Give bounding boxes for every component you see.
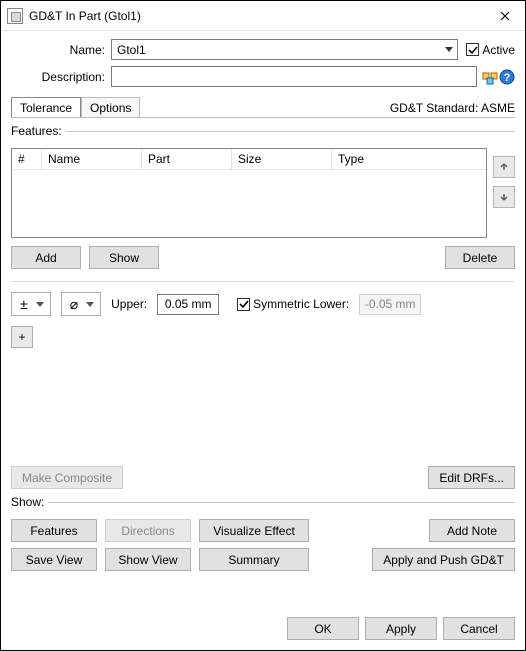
tab-tolerance[interactable]: Tolerance xyxy=(11,97,81,117)
dialog-content: Name: Active Description: xyxy=(1,31,525,607)
description-label: Description: xyxy=(11,70,111,84)
help-icon: ? xyxy=(499,69,515,85)
show-features-button[interactable]: Features xyxy=(11,519,97,542)
show-grid: Features Save View Directions Show View … xyxy=(11,519,515,571)
library-icon-button[interactable] xyxy=(482,69,498,85)
visualize-effect-button[interactable]: Visualize Effect xyxy=(199,519,309,542)
check-icon xyxy=(468,45,478,55)
upper-label: Upper: xyxy=(111,297,147,311)
features-table-header: # Name Part Size Type xyxy=(12,149,486,170)
tolerance-panel: Features: # Name Part Size Type xyxy=(11,117,515,489)
show-fieldset: Show: Features Save View Directions Show… xyxy=(11,495,515,571)
arrow-up-icon xyxy=(499,162,509,172)
description-input[interactable] xyxy=(111,66,477,87)
close-button[interactable] xyxy=(485,1,525,30)
plus-icon: + xyxy=(18,330,25,344)
directions-button: Directions xyxy=(105,519,191,542)
tolerance-spacer xyxy=(11,348,515,458)
show-legend: Show: xyxy=(11,495,48,509)
window-title: GD&T In Part (Gtol1) xyxy=(29,9,485,23)
dialog-buttons: OK Apply Cancel xyxy=(1,607,525,650)
add-tolerance-button[interactable]: + xyxy=(11,326,33,348)
chevron-down-icon xyxy=(86,302,94,307)
tab-options-label: Options xyxy=(90,101,131,115)
symmetric-lower-checkbox[interactable]: Symmetric Lower: xyxy=(237,297,349,311)
gdt-standard-label: GD&T Standard: ASME xyxy=(390,101,515,115)
tabs-row: Tolerance Options GD&T Standard: ASME xyxy=(11,97,515,117)
active-checkbox[interactable]: Active xyxy=(466,43,515,57)
delete-button[interactable]: Delete xyxy=(445,246,515,269)
active-label: Active xyxy=(482,43,515,57)
col-type[interactable]: Type xyxy=(332,149,486,169)
upper-input[interactable] xyxy=(157,294,219,315)
show-button[interactable]: Show xyxy=(89,246,159,269)
move-up-button[interactable] xyxy=(493,156,515,178)
plus-minus-icon: ± xyxy=(20,296,28,312)
dialog-window: GD&T In Part (Gtol1) Name: Active Descri… xyxy=(0,0,526,651)
move-down-button[interactable] xyxy=(493,186,515,208)
diameter-icon: ⌀ xyxy=(70,296,78,313)
show-view-button[interactable]: Show View xyxy=(105,548,191,571)
name-dropdown-button[interactable] xyxy=(440,39,458,60)
description-row: Description: ? xyxy=(11,66,515,87)
chevron-down-icon xyxy=(445,47,453,52)
apply-button[interactable]: Apply xyxy=(365,617,437,640)
tolerance-type-dropdown[interactable]: ± xyxy=(11,292,51,316)
lower-input xyxy=(359,294,421,315)
checkbox-box xyxy=(466,43,479,56)
composite-row: Make Composite Edit DRFs... xyxy=(11,466,515,489)
close-icon xyxy=(500,11,510,21)
features-table[interactable]: # Name Part Size Type xyxy=(11,148,487,238)
name-input[interactable] xyxy=(111,39,440,60)
titlebar: GD&T In Part (Gtol1) xyxy=(1,1,525,31)
reorder-buttons xyxy=(487,148,515,238)
chevron-down-icon xyxy=(36,302,44,307)
name-row: Name: Active xyxy=(11,39,515,60)
ok-button[interactable]: OK xyxy=(287,617,359,640)
edit-drfs-button[interactable]: Edit DRFs... xyxy=(428,466,515,489)
features-table-left: # Name Part Size Type xyxy=(11,148,487,238)
features-fieldset: Features: # Name Part Size Type xyxy=(11,124,515,269)
col-name[interactable]: Name xyxy=(42,149,142,169)
checkbox-box xyxy=(237,298,250,311)
col-size[interactable]: Size xyxy=(232,149,332,169)
cancel-button[interactable]: Cancel xyxy=(443,617,515,640)
app-icon xyxy=(7,8,23,24)
save-view-button[interactable]: Save View xyxy=(11,548,97,571)
svg-text:?: ? xyxy=(504,72,511,84)
summary-button[interactable]: Summary xyxy=(199,548,309,571)
tab-tolerance-label: Tolerance xyxy=(20,101,72,115)
library-icon xyxy=(482,69,498,85)
add-button[interactable]: Add xyxy=(11,246,81,269)
col-index[interactable]: # xyxy=(12,149,42,169)
add-note-button[interactable]: Add Note xyxy=(429,519,515,542)
features-table-body xyxy=(12,170,486,237)
make-composite-button: Make Composite xyxy=(11,466,123,489)
tabs: Tolerance Options xyxy=(11,97,140,117)
apply-push-gdt-button[interactable]: Apply and Push GD&T xyxy=(372,548,515,571)
col-part[interactable]: Part xyxy=(142,149,232,169)
tab-options[interactable]: Options xyxy=(81,97,140,117)
separator xyxy=(11,281,515,282)
features-buttons: Add Show Delete xyxy=(11,246,515,269)
help-icon-button[interactable]: ? xyxy=(499,69,515,85)
symmetric-lower-label: Symmetric Lower: xyxy=(253,297,349,311)
symbol-dropdown[interactable]: ⌀ xyxy=(61,292,101,316)
description-icons: ? xyxy=(481,69,515,85)
arrow-down-icon xyxy=(499,192,509,202)
name-label: Name: xyxy=(11,43,111,57)
tolerance-row: ± ⌀ Upper: Symmetric Lower: xyxy=(11,292,515,316)
check-icon xyxy=(239,299,249,309)
features-table-area: # Name Part Size Type xyxy=(11,148,515,238)
features-legend: Features: xyxy=(11,124,66,138)
